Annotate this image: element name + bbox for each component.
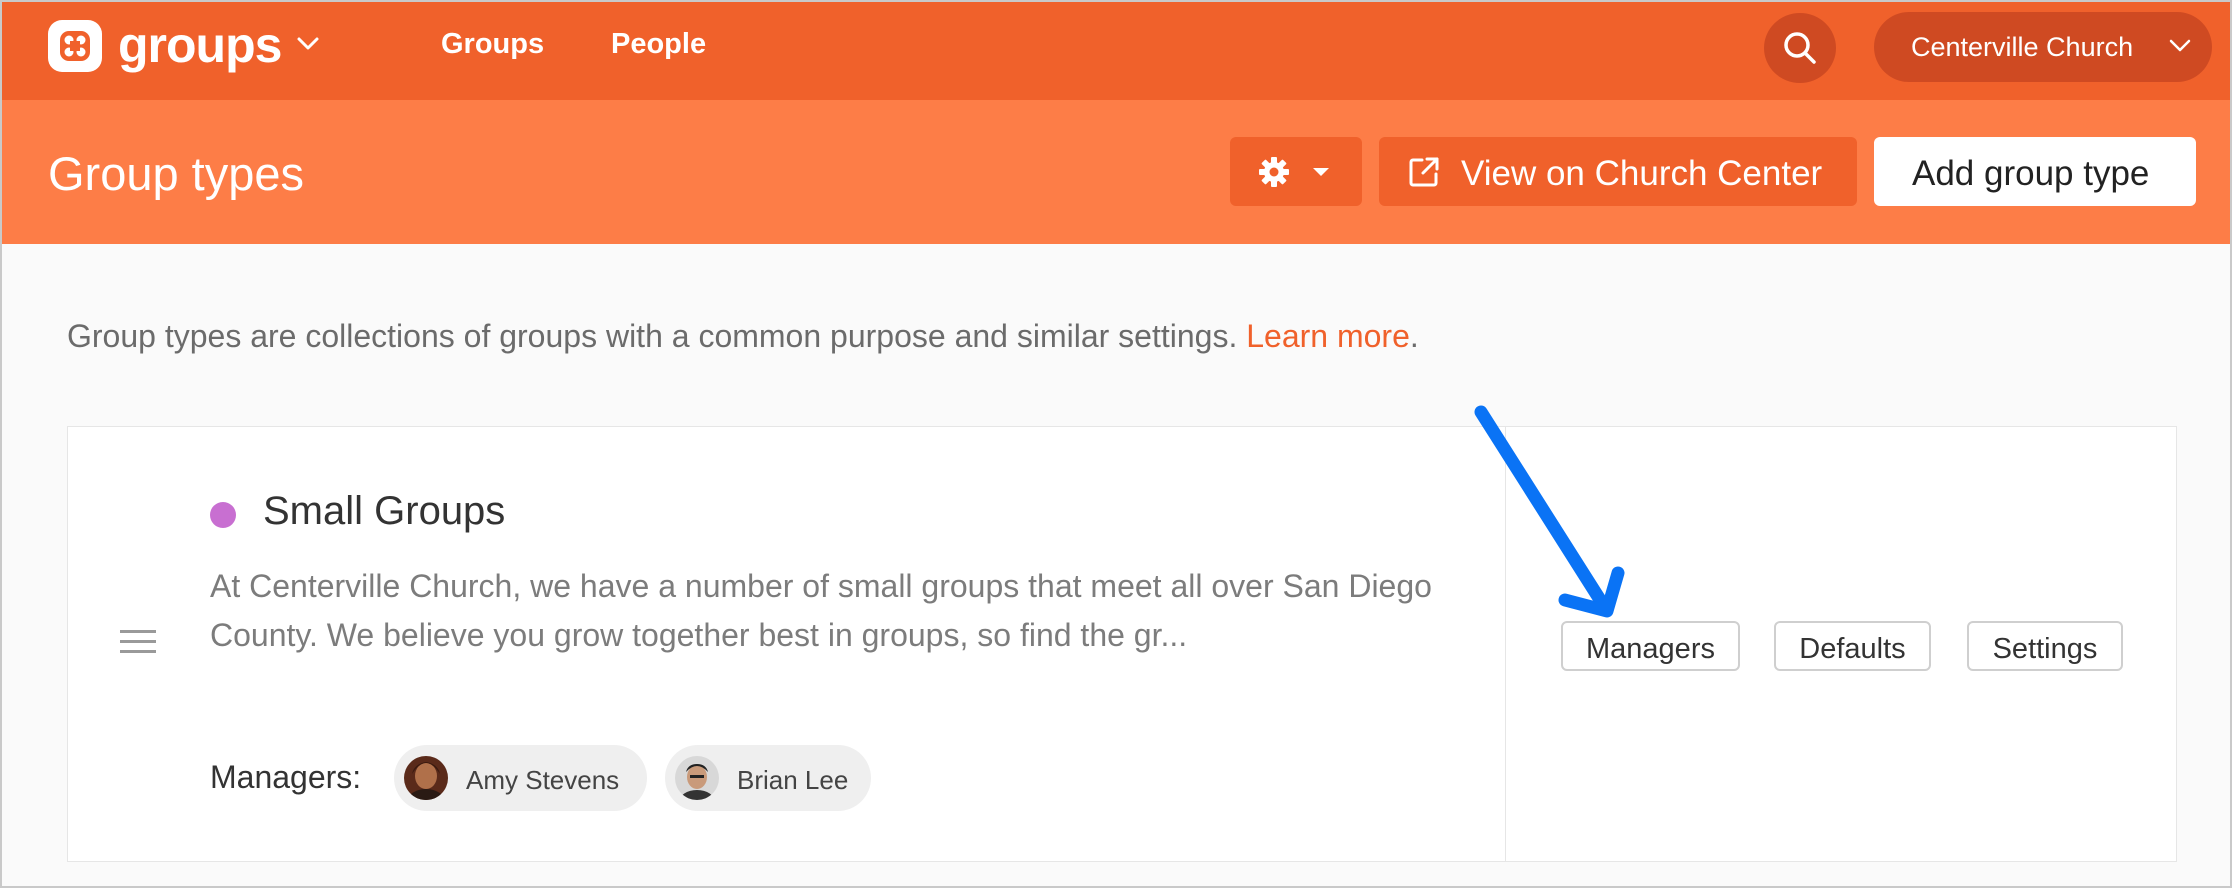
annotation-arrow-icon [1474, 405, 1625, 618]
